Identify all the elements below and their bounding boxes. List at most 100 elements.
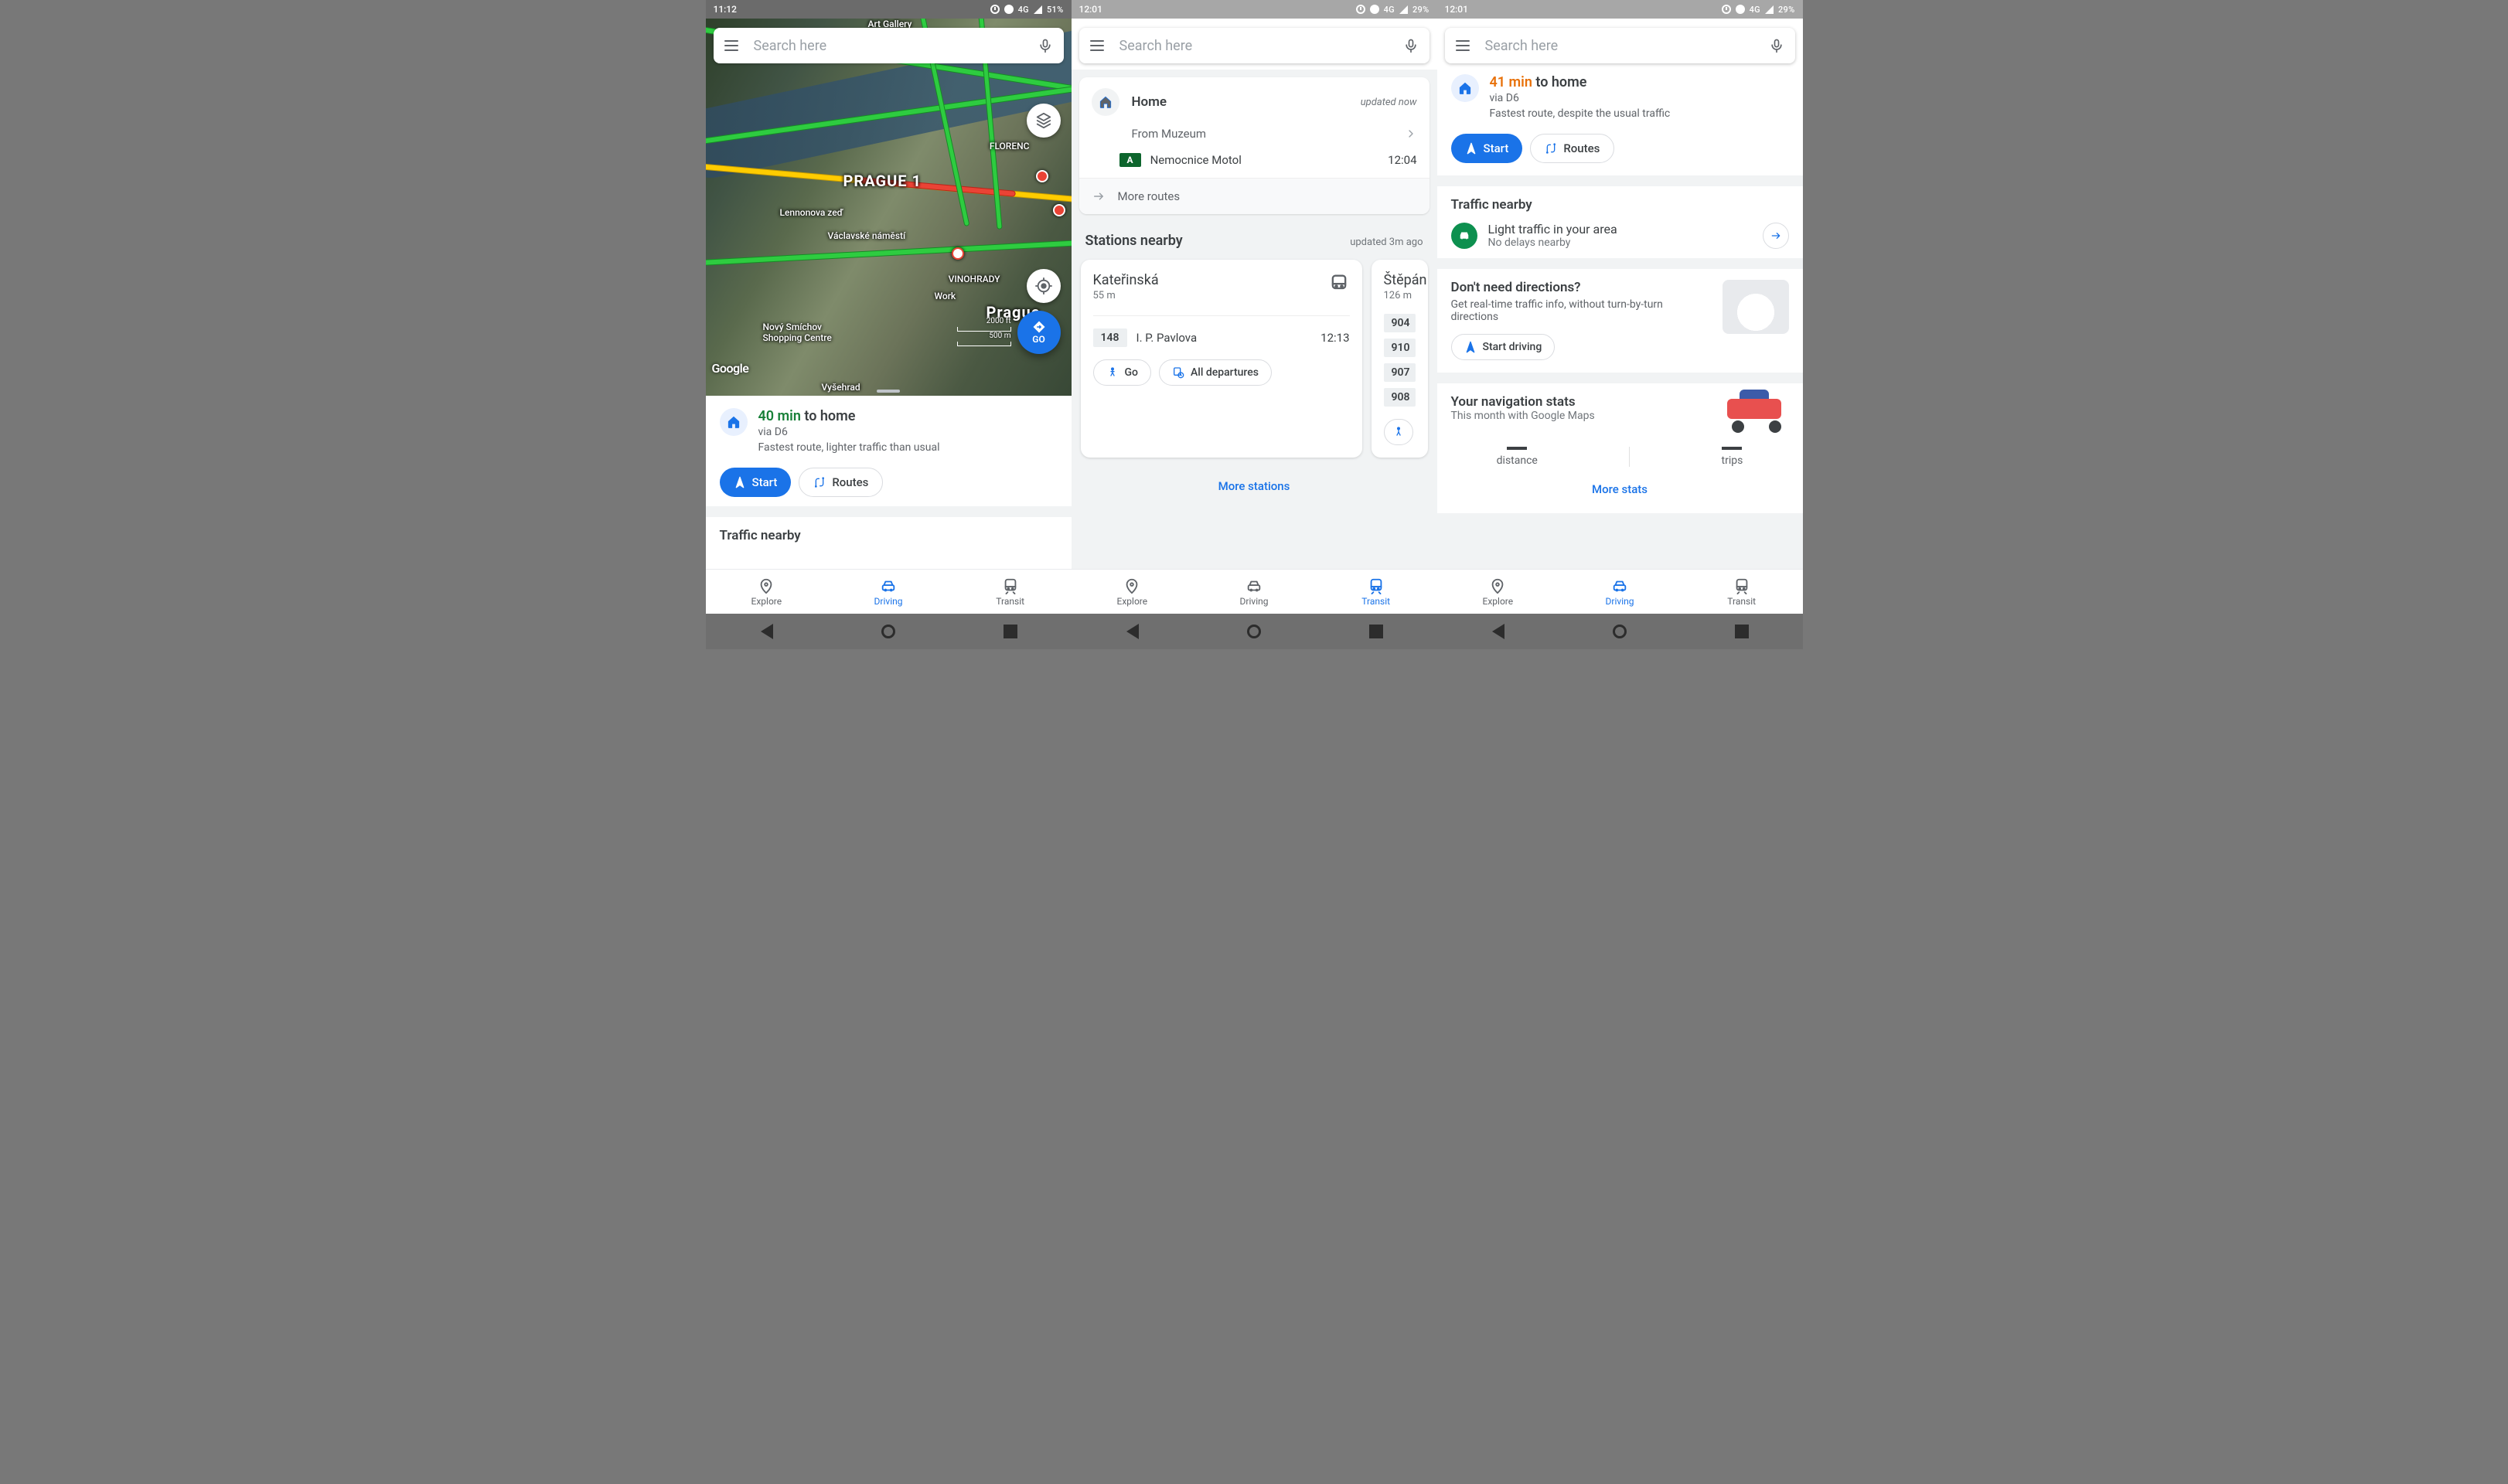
- android-navbar: [1072, 614, 1437, 649]
- all-departures-button[interactable]: All departures: [1159, 359, 1272, 386]
- go-fab-label: GO: [1032, 334, 1044, 345]
- search-input[interactable]: [752, 37, 1024, 55]
- tab-transit[interactable]: Transit: [1681, 570, 1803, 614]
- back-button[interactable]: [1125, 624, 1139, 639]
- map-label: FLORENC: [990, 141, 1030, 151]
- eta-via: via D6: [758, 426, 1058, 438]
- directions-heading: Don't need directions?: [1451, 280, 1712, 295]
- home-icon: [1092, 88, 1119, 116]
- search-bar[interactable]: [1079, 28, 1429, 63]
- recents-button[interactable]: [1004, 625, 1017, 638]
- menu-icon[interactable]: [1090, 40, 1104, 51]
- directions-sub: Get real-time traffic info, without turn…: [1451, 298, 1712, 323]
- start-button[interactable]: Start: [1451, 134, 1523, 163]
- go-button[interactable]: Go: [1093, 359, 1151, 386]
- eta-sheet[interactable]: 40 min to home via D6 Fastest route, lig…: [706, 396, 1072, 506]
- bus-number: 910: [1384, 339, 1416, 357]
- bus-number: 908: [1384, 388, 1416, 407]
- stats-sub: This month with Google Maps: [1451, 410, 1710, 422]
- sheet-handle[interactable]: [877, 390, 900, 393]
- tab-transit[interactable]: Transit: [949, 570, 1072, 614]
- bus-icon: [1328, 272, 1350, 294]
- search-input[interactable]: [1118, 37, 1389, 55]
- station-card[interactable]: Kateřinská 55 m 148 I. P. Pavlova 12:13 …: [1081, 260, 1362, 458]
- go-button[interactable]: [1384, 419, 1413, 445]
- search-bar[interactable]: [1445, 28, 1795, 63]
- layers-button[interactable]: [1027, 104, 1061, 138]
- search-bar[interactable]: [714, 28, 1064, 63]
- map-label: Work: [935, 291, 956, 301]
- alarm-icon: [1722, 5, 1731, 14]
- back-button[interactable]: [759, 624, 773, 639]
- routes-button[interactable]: Routes: [799, 468, 883, 497]
- status-bar: 12:01 4G 29%: [1072, 0, 1437, 19]
- arrow-button[interactable]: [1763, 223, 1789, 249]
- my-location-button[interactable]: [1027, 269, 1061, 303]
- line-time: 12:04: [1388, 153, 1416, 167]
- car-icon: [1451, 223, 1477, 249]
- status-batt: 51%: [1047, 5, 1064, 15]
- more-routes-button[interactable]: More routes: [1079, 178, 1429, 214]
- bus-number: 148: [1093, 328, 1127, 347]
- back-button[interactable]: [1491, 624, 1504, 639]
- dnd-icon: [1370, 5, 1379, 14]
- map-view[interactable]: PRAGUE 1 Art Gallery FLORENC Lennonova z…: [706, 19, 1072, 396]
- start-driving-button[interactable]: Start driving: [1451, 334, 1556, 360]
- home-icon: [720, 408, 748, 436]
- tab-explore[interactable]: Explore: [1437, 570, 1559, 614]
- tab-explore[interactable]: Explore: [706, 570, 828, 614]
- traffic-info-row[interactable]: Light traffic in your area No delays nea…: [1437, 213, 1803, 258]
- departure-time: 12:13: [1320, 331, 1349, 345]
- stations-header: Stations nearby updated 3m ago: [1072, 222, 1437, 254]
- home-button[interactable]: [1613, 625, 1627, 638]
- more-stats-link[interactable]: More stats: [1451, 473, 1789, 505]
- tab-driving[interactable]: Driving: [1559, 570, 1681, 614]
- signal-icon: [1765, 5, 1774, 14]
- stations-scroller[interactable]: Kateřinská 55 m 148 I. P. Pavlova 12:13 …: [1072, 254, 1437, 470]
- traffic-heading: Traffic nearby: [706, 517, 1072, 543]
- map-label: Václavské náměstí: [828, 230, 906, 241]
- home-button[interactable]: [881, 625, 895, 638]
- transit-line-row[interactable]: A Nemocnice Motol 12:04: [1079, 145, 1429, 178]
- map-label: Vyšehrad: [822, 382, 860, 393]
- eta-via: via D6: [1490, 92, 1789, 104]
- recents-button[interactable]: [1735, 625, 1749, 638]
- mic-icon[interactable]: [1038, 38, 1053, 53]
- eta-desc: Fastest route, despite the usual traffic: [1490, 107, 1789, 120]
- status-right: 4G 51%: [990, 5, 1064, 15]
- recents-button[interactable]: [1369, 625, 1383, 638]
- menu-icon[interactable]: [724, 40, 738, 51]
- search-input[interactable]: [1484, 37, 1755, 55]
- station-card[interactable]: Štěpán 126 m 904 910 907 908: [1372, 260, 1428, 458]
- android-navbar: [706, 614, 1072, 649]
- go-fab[interactable]: GO: [1017, 311, 1061, 354]
- phone-3: 12:01 4G 29% 41 min to home via D6: [1437, 0, 1803, 649]
- traffic-heading: Traffic nearby: [1437, 186, 1803, 213]
- stations-title: Stations nearby: [1085, 233, 1183, 249]
- line-badge: A: [1119, 153, 1141, 167]
- tab-driving[interactable]: Driving: [827, 570, 949, 614]
- stat-distance: distance: [1497, 447, 1538, 467]
- alarm-icon: [990, 5, 1000, 14]
- mic-icon[interactable]: [1769, 38, 1784, 53]
- routes-button[interactable]: Routes: [1530, 134, 1614, 163]
- map-label: Lennonova zeď: [780, 207, 843, 218]
- tab-transit[interactable]: Transit: [1315, 570, 1437, 614]
- tab-explore[interactable]: Explore: [1072, 570, 1194, 614]
- home-card[interactable]: Home updated now From Muzeum A Nemocnice…: [1079, 77, 1429, 214]
- menu-icon[interactable]: [1456, 40, 1470, 51]
- station-name: Štěpán: [1384, 272, 1427, 288]
- more-stations-link[interactable]: More stations: [1072, 470, 1437, 502]
- home-updated: updated now: [1361, 97, 1417, 108]
- eta-title: 41 min to home: [1490, 74, 1789, 90]
- map-label: VINOHRADY: [949, 274, 1000, 284]
- home-button[interactable]: [1247, 625, 1261, 638]
- eta-title: 40 min to home: [758, 408, 1058, 424]
- signal-icon: [1034, 5, 1042, 14]
- departure-row[interactable]: 148 I. P. Pavlova 12:13: [1093, 315, 1350, 347]
- dnd-icon: [1004, 5, 1014, 14]
- status-time: 12:01: [1445, 4, 1468, 15]
- start-button[interactable]: Start: [720, 468, 792, 497]
- tab-driving[interactable]: Driving: [1193, 570, 1315, 614]
- mic-icon[interactable]: [1403, 38, 1419, 53]
